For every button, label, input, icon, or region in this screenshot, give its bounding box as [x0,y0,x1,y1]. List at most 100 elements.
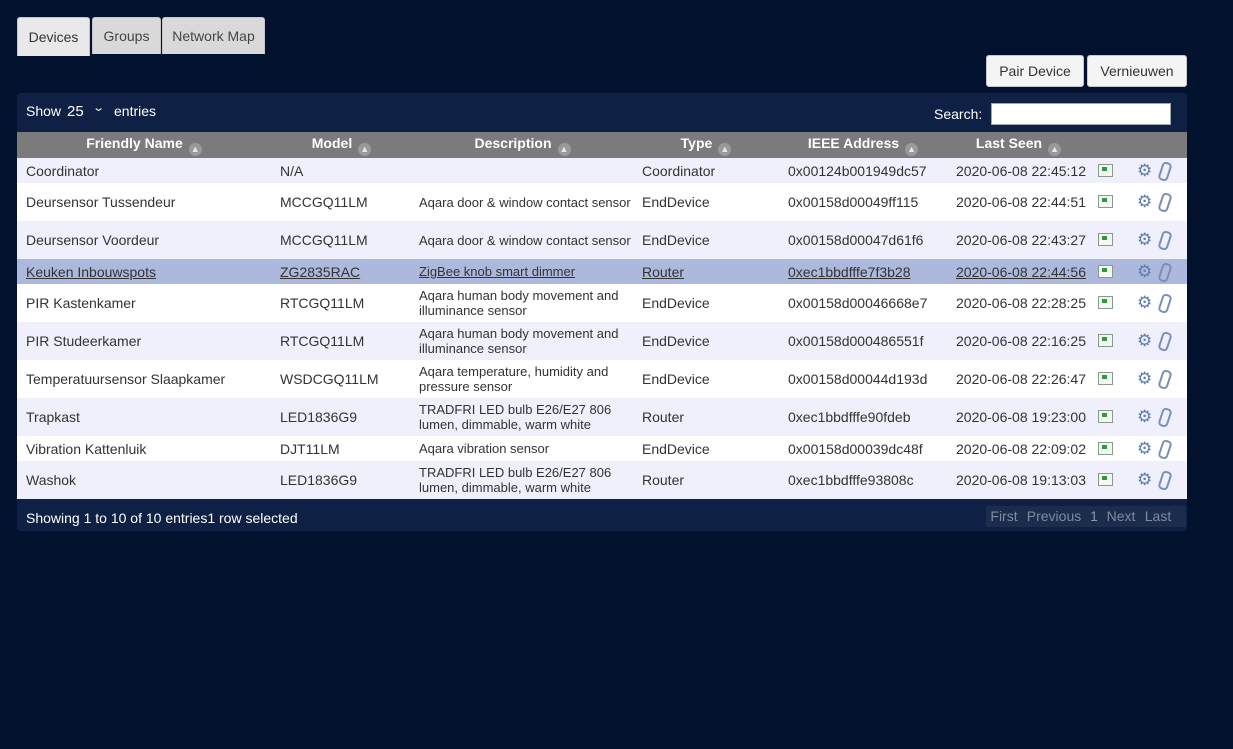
paperclip-icon[interactable] [1157,406,1173,429]
page-size-select[interactable]: 25 ⌄ [63,101,107,123]
column-header-label: IEEE Address [807,134,900,151]
paperclip-icon[interactable] [1157,469,1173,492]
cell-ieee-address: 0xec1bbdfffe90fdeb [779,398,947,436]
sort-arrow-icon: ▲ [718,142,732,156]
gear-icon[interactable]: ⚙ [1137,294,1152,311]
cell-last-seen: 2020-06-08 22:45:12 [947,158,1090,183]
column-header-label: Type [680,134,713,151]
cell-type: EndDevice [633,436,779,461]
sort-arrow-icon: ▲ [1048,142,1062,156]
column-header-description[interactable]: Description ▲ [412,132,633,158]
paperclip-icon[interactable] [1157,229,1173,252]
cell-description: Aqara human body movement and illuminanc… [412,284,633,322]
status-chart-icon[interactable] [1098,334,1113,347]
table-row[interactable]: PIR Studeerkamer RTCGQ11LM Aqara human b… [17,322,1187,360]
paperclip-icon[interactable] [1157,292,1173,315]
cell-model: WSDCGQ11LM [271,360,412,398]
paperclip-icon[interactable] [1157,330,1173,353]
cell-friendly-name: Trapkast [17,398,271,436]
paperclip-icon[interactable] [1157,191,1173,214]
gear-icon[interactable]: ⚙ [1137,162,1152,179]
status-chart-icon[interactable] [1098,473,1113,486]
cell-actions: ⚙ [1090,221,1187,259]
status-chart-icon[interactable] [1098,372,1113,385]
cell-model: ZG2835RAC [271,259,412,284]
cell-friendly-name: Vibration Kattenluik [17,436,271,461]
pagination-next[interactable]: Next [1104,506,1138,527]
gear-icon[interactable]: ⚙ [1137,263,1152,280]
cell-model: DJT11LM [271,436,412,461]
paperclip-icon[interactable] [1157,438,1173,460]
gear-icon[interactable]: ⚙ [1137,231,1152,248]
cell-type: Router [633,259,779,284]
column-header-type[interactable]: Type ▲ [633,132,779,158]
paperclip-icon[interactable] [1157,160,1173,182]
tab-groups[interactable]: Groups [92,17,161,54]
table-row[interactable]: Deursensor Voordeur MCCGQ11LM Aqara door… [17,221,1187,259]
refresh-button[interactable]: Vernieuwen [1087,55,1187,87]
table-row[interactable]: Temperatuursensor Slaapkamer WSDCGQ11LM … [17,360,1187,398]
pagination-previous[interactable]: Previous [1024,506,1084,527]
table-row[interactable]: Deursensor Tussendeur MCCGQ11LM Aqara do… [17,183,1187,221]
column-header-friendly-name[interactable]: Friendly Name ▲ [17,132,271,158]
cell-type: EndDevice [633,284,779,322]
cell-ieee-address: 0x00158d000486551f [779,322,947,360]
chevron-down-icon: ⌄ [92,102,106,114]
gear-icon[interactable]: ⚙ [1137,332,1152,349]
status-chart-icon[interactable] [1098,195,1113,208]
gear-icon[interactable]: ⚙ [1137,370,1152,387]
search-input[interactable] [991,103,1171,125]
cell-model: N/A [271,158,412,183]
cell-type: Router [633,398,779,436]
column-header-actions [1090,132,1187,158]
table-row[interactable]: PIR Kastenkamer RTCGQ11LM Aqara human bo… [17,284,1187,322]
page-size-value: 25 [67,103,84,120]
gear-icon[interactable]: ⚙ [1137,471,1152,488]
cell-description: Aqara human body movement and illuminanc… [412,322,633,360]
cell-friendly-name: PIR Studeerkamer [17,322,271,360]
cell-last-seen: 2020-06-08 22:28:25 [947,284,1090,322]
cell-description: Aqara door & window contact sensor [412,183,633,221]
cell-description [412,158,633,183]
cell-friendly-name: Washok [17,461,271,499]
status-chart-icon[interactable] [1098,163,1113,177]
cell-actions: ⚙ [1090,436,1187,461]
table-row[interactable]: Vibration Kattenluik DJT11LM Aqara vibra… [17,436,1187,461]
status-chart-icon[interactable] [1098,441,1113,455]
cell-description: ZigBee knob smart dimmer [412,259,633,284]
cell-ieee-address: 0xec1bbdfffe7f3b28 [779,259,947,284]
cell-friendly-name: Coordinator [17,158,271,183]
column-header-label: Description [474,134,552,151]
table-row[interactable]: Trapkast LED1836G9 TRADFRI LED bulb E26/… [17,398,1187,436]
cell-last-seen: 2020-06-08 19:13:03 [947,461,1090,499]
table-row[interactable]: Washok LED1836G9 TRADFRI LED bulb E26/E2… [17,461,1187,499]
gear-icon[interactable]: ⚙ [1137,193,1152,210]
column-header-label: Friendly Name [86,134,183,151]
tab-network-map[interactable]: Network Map [162,17,265,54]
paperclip-icon[interactable] [1157,261,1173,283]
cell-last-seen: 2020-06-08 22:44:51 [947,183,1090,221]
cell-model: MCCGQ11LM [271,183,412,221]
tab-devices[interactable]: Devices [17,17,90,56]
pagination-page-1[interactable]: 1 [1086,506,1102,527]
paperclip-icon[interactable] [1157,368,1173,391]
table-row[interactable]: Coordinator N/A Coordinator 0x00124b0019… [17,158,1187,183]
column-header-ieee-address[interactable]: IEEE Address ▲ [779,132,947,158]
pagination-first[interactable]: First [986,506,1022,527]
pair-device-button[interactable]: Pair Device [986,55,1084,87]
status-chart-icon[interactable] [1098,264,1113,278]
table-row-selected[interactable]: Keuken Inbouwspots ZG2835RAC ZigBee knob… [17,259,1187,284]
status-chart-icon[interactable] [1098,410,1113,423]
cell-model: LED1836G9 [271,461,412,499]
status-chart-icon[interactable] [1098,233,1113,246]
gear-icon[interactable]: ⚙ [1137,440,1152,457]
column-header-last-seen[interactable]: Last Seen ▲ [947,132,1090,158]
cell-model: MCCGQ11LM [271,221,412,259]
sort-arrow-icon: ▲ [188,142,202,156]
gear-icon[interactable]: ⚙ [1137,408,1152,425]
devices-table-panel: Show 25 ⌄ entries Search: Friendly Name ▲… [17,93,1187,531]
cell-last-seen: 2020-06-08 22:16:25 [947,322,1090,360]
status-chart-icon[interactable] [1098,296,1113,309]
pagination-last[interactable]: Last [1140,506,1176,527]
column-header-model[interactable]: Model ▲ [271,132,412,158]
